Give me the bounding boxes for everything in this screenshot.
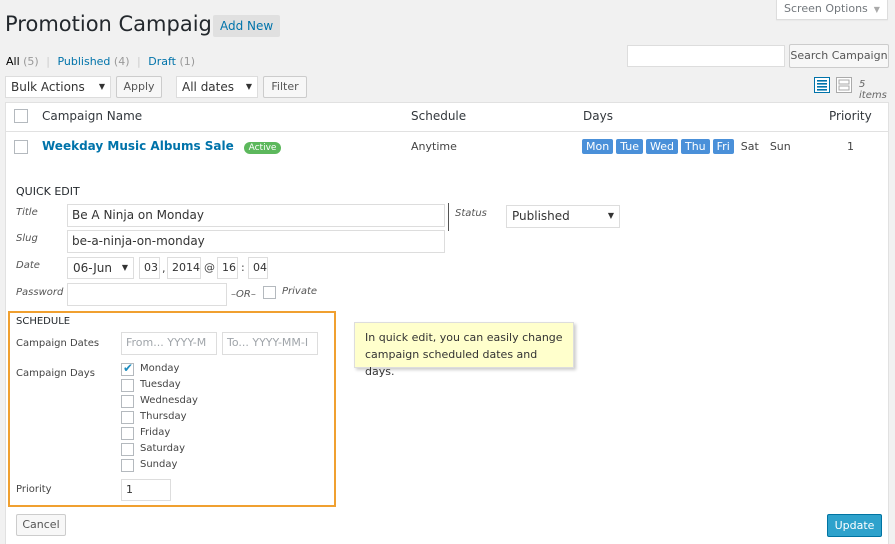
filter-separator: | xyxy=(137,55,141,68)
apply-button[interactable]: Apply xyxy=(116,76,162,98)
day-chip-sun: Sun xyxy=(769,140,791,153)
day-chip-sat: Sat xyxy=(740,140,759,153)
dates-value: All dates xyxy=(182,80,235,94)
filter-published[interactable]: Published xyxy=(57,55,110,68)
campaign-day-label: Friday xyxy=(140,427,171,438)
campaign-day-checkbox-saturday[interactable] xyxy=(121,443,134,456)
date-year-input[interactable]: 2014 xyxy=(167,257,201,279)
column-divider xyxy=(448,203,449,231)
campaign-day-checkbox-friday[interactable] xyxy=(121,427,134,440)
date-day-input[interactable]: 03 xyxy=(139,257,160,279)
filter-draft[interactable]: Draft xyxy=(148,55,176,68)
date-comma: , xyxy=(162,262,166,275)
campaign-name-link[interactable]: Weekday Music Albums Sale xyxy=(42,139,234,153)
schedule-heading: SCHEDULE xyxy=(16,316,71,327)
filter-published-count: (4) xyxy=(113,55,130,68)
or-label: –OR– xyxy=(231,289,256,300)
search-input[interactable] xyxy=(627,45,785,67)
dropdown-arrow-icon: ▼ xyxy=(245,82,252,91)
campaign-dates-label: Campaign Dates xyxy=(16,338,100,349)
bulk-actions-select[interactable]: Bulk Actions ▼ xyxy=(5,76,111,98)
checkmark-icon: ✔ xyxy=(123,361,134,375)
select-all-checkbox[interactable] xyxy=(14,109,28,123)
password-label: Password xyxy=(16,287,64,298)
priority-label: Priority xyxy=(16,484,52,495)
dates-select[interactable]: All dates ▼ xyxy=(176,76,258,98)
days-cell: Mon Tue Wed Thu Fri Sat Sun xyxy=(582,139,798,154)
status-filters: All (5) | Published (4) | Draft (1) xyxy=(6,55,195,68)
campaign-day-label: Sunday xyxy=(140,459,178,470)
schedule-cell: Anytime xyxy=(411,140,457,153)
date-colon: : xyxy=(241,261,245,274)
campaign-day-label: Thursday xyxy=(140,411,187,422)
status-value: Published xyxy=(512,209,570,223)
campaign-day-checkbox-sunday[interactable] xyxy=(121,459,134,472)
cancel-button[interactable]: Cancel xyxy=(16,514,66,536)
campaign-day-label: Tuesday xyxy=(140,379,181,390)
excerpt-view-icon[interactable] xyxy=(836,77,852,93)
update-button[interactable]: Update xyxy=(827,514,882,537)
campaign-to-input[interactable]: To... YYYY-MM-I xyxy=(222,332,318,355)
campaign-day-label: Saturday xyxy=(140,443,186,454)
private-label: Private xyxy=(282,286,318,297)
status-badge: Active xyxy=(243,142,282,154)
filter-all[interactable]: All xyxy=(6,55,20,68)
campaign-day-checkbox-wednesday[interactable] xyxy=(121,395,134,408)
status-label: Status xyxy=(455,208,487,219)
add-new-button[interactable]: Add New xyxy=(213,15,281,37)
campaign-day-checkbox-tuesday[interactable] xyxy=(121,379,134,392)
slug-label: Slug xyxy=(16,233,38,244)
day-chip-tue: Tue xyxy=(616,139,643,154)
screen-options-label: Screen Options xyxy=(784,2,868,15)
date-label: Date xyxy=(16,260,40,271)
search-campaign-button[interactable]: Search Campaign xyxy=(789,44,889,68)
day-chip-fri: Fri xyxy=(712,139,734,154)
date-month-select[interactable]: 06-Jun ▼ xyxy=(67,257,134,279)
campaign-cell: Weekday Music Albums Sale Active xyxy=(42,139,282,154)
private-checkbox[interactable] xyxy=(263,286,276,299)
filter-button[interactable]: Filter xyxy=(263,76,307,98)
list-view-icon[interactable] xyxy=(814,77,830,93)
screen-options-button[interactable]: Screen Options ▼ xyxy=(776,0,888,20)
title-input[interactable]: Be A Ninja on Monday xyxy=(67,204,445,227)
filter-all-count: (5) xyxy=(23,55,39,68)
bulk-actions-value: Bulk Actions xyxy=(11,80,85,94)
status-select[interactable]: Published ▼ xyxy=(506,205,620,228)
column-priority[interactable]: Priority xyxy=(829,109,872,123)
campaign-days-label: Campaign Days xyxy=(16,368,95,379)
campaign-day-label: Wednesday xyxy=(140,395,198,406)
column-campaign-name[interactable]: Campaign Name xyxy=(42,109,142,123)
campaign-from-input[interactable]: From... YYYY-M xyxy=(121,332,217,355)
password-input[interactable] xyxy=(67,283,227,306)
date-minute-input[interactable]: 04 xyxy=(248,257,268,279)
chevron-down-icon: ▼ xyxy=(873,5,880,14)
filter-separator: | xyxy=(46,55,50,68)
page-title: Promotion Campaigns xyxy=(5,12,237,36)
day-chip-wed: Wed xyxy=(646,139,678,154)
dropdown-arrow-icon: ▼ xyxy=(607,211,614,220)
filter-draft-count: (1) xyxy=(179,55,196,68)
priority-cell: 1 xyxy=(847,140,854,153)
date-month-value: 06-Jun xyxy=(73,261,113,275)
date-hour-input[interactable]: 16 xyxy=(217,257,238,279)
title-label: Title xyxy=(16,207,38,218)
day-chip-thu: Thu xyxy=(680,139,710,154)
info-tooltip: In quick edit, you can easily change cam… xyxy=(354,322,574,378)
column-schedule: Schedule xyxy=(411,109,467,123)
quick-edit-heading: QUICK EDIT xyxy=(16,185,80,198)
dropdown-arrow-icon: ▼ xyxy=(98,82,105,91)
items-count: 5 items xyxy=(859,79,887,101)
day-chip-mon: Mon xyxy=(582,139,614,154)
dropdown-arrow-icon: ▼ xyxy=(121,263,128,272)
date-at: @ xyxy=(204,261,215,274)
slug-input[interactable]: be-a-ninja-on-monday xyxy=(67,230,445,253)
priority-input[interactable]: 1 xyxy=(121,479,171,501)
campaign-day-label: Monday xyxy=(140,363,180,374)
row-checkbox[interactable] xyxy=(14,140,28,154)
column-days: Days xyxy=(583,109,613,123)
campaign-day-checkbox-thursday[interactable] xyxy=(121,411,134,424)
campaign-day-checkbox-monday[interactable]: ✔ xyxy=(121,361,134,376)
